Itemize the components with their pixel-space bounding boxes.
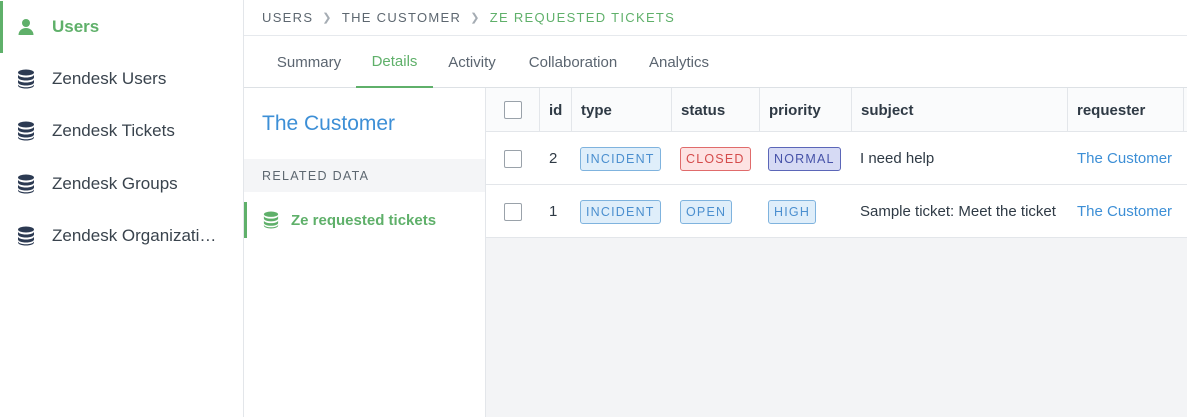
table-header: id type status priority subject requeste…: [486, 88, 1187, 132]
sidebar-item-label: Zendesk Users: [52, 69, 167, 88]
priority-badge: NORMAL: [768, 146, 841, 171]
tab-analytics[interactable]: Analytics: [635, 36, 723, 88]
database-icon: [16, 226, 36, 246]
sidebar-item-zendesk-groups[interactable]: Zendesk Groups: [0, 158, 243, 210]
status-badge: CLOSED: [680, 146, 751, 171]
record-panel: The Customer RELATED DATA Ze requested t…: [244, 88, 486, 417]
type-badge: INCIDENT: [580, 146, 661, 171]
breadcrumb-users[interactable]: USERS: [262, 10, 313, 25]
select-all-checkbox[interactable]: [503, 101, 522, 119]
record-title: The Customer: [262, 112, 396, 135]
row-checkbox[interactable]: [504, 202, 522, 221]
database-icon: [263, 211, 281, 229]
column-header-status[interactable]: status: [672, 88, 760, 132]
row-select-cell: [486, 132, 540, 185]
tab-collaboration[interactable]: Collaboration: [511, 36, 635, 88]
table-row[interactable]: 2 INCIDENT CLOSED NORMAL I need help The…: [486, 132, 1187, 185]
column-header-priority[interactable]: priority: [760, 88, 852, 132]
sidebar-item-label: Zendesk Organizati…: [52, 226, 217, 245]
cell-requester-link[interactable]: The Customer: [1068, 132, 1187, 185]
sidebar: Users Zendesk Users Zendesk Tickets Zend…: [0, 0, 244, 417]
sidebar-item-label: Users: [52, 17, 100, 36]
database-icon: [16, 69, 36, 89]
cell-subject: Sample ticket: Meet the ticket: [860, 203, 1056, 220]
tickets-table: id type status priority subject requeste…: [486, 88, 1187, 417]
database-icon: [16, 174, 36, 194]
sidebar-item-users[interactable]: Users: [0, 1, 243, 53]
related-item-label: Ze requested tickets: [291, 211, 437, 229]
breadcrumb-the-customer[interactable]: THE CUSTOMER: [342, 10, 461, 25]
column-header-type[interactable]: type: [572, 88, 672, 132]
column-header-id[interactable]: id: [540, 88, 572, 132]
column-header-requester[interactable]: requester: [1068, 88, 1184, 132]
cell-subject: I need help: [860, 150, 935, 167]
tab-activity[interactable]: Activity: [433, 36, 511, 88]
status-badge: OPEN: [680, 199, 733, 224]
cell-priority: HIGH: [760, 185, 852, 238]
sidebar-item-label: Zendesk Groups: [52, 174, 178, 193]
breadcrumb-current: ZE REQUESTED TICKETS: [489, 10, 676, 25]
tab-details[interactable]: Details: [356, 36, 433, 88]
sidebar-item-zendesk-tickets[interactable]: Zendesk Tickets: [0, 105, 243, 157]
sidebar-item-zendesk-organizations[interactable]: Zendesk Organizati…: [0, 210, 243, 262]
cell-type: INCIDENT: [572, 132, 672, 185]
priority-badge: HIGH: [768, 199, 817, 224]
select-all-cell: [486, 88, 540, 132]
sidebar-item-zendesk-users[interactable]: Zendesk Users: [0, 53, 243, 105]
cell-status: CLOSED: [672, 132, 760, 185]
breadcrumb: USERS ❯ THE CUSTOMER ❯ ZE REQUESTED TICK…: [244, 0, 1187, 36]
chevron-right-icon: ❯: [322, 12, 333, 24]
cell-id: 1: [549, 203, 558, 220]
cell-requester-link[interactable]: The Customer: [1068, 185, 1187, 238]
sidebar-item-label: Zendesk Tickets: [52, 121, 175, 140]
cell-status: OPEN: [672, 185, 760, 238]
related-item-ze-requested-tickets[interactable]: Ze requested tickets: [244, 202, 485, 238]
column-header-subject[interactable]: subject: [852, 88, 1068, 132]
row-select-cell: [486, 185, 540, 238]
type-badge: INCIDENT: [580, 199, 661, 224]
chevron-right-icon: ❯: [470, 12, 481, 24]
tab-summary[interactable]: Summary: [262, 36, 356, 88]
table-row[interactable]: 1 INCIDENT OPEN HIGH Sample ticket: Meet…: [486, 185, 1187, 238]
tab-bar: Summary Details Activity Collaboration A…: [244, 36, 1187, 88]
cell-type: INCIDENT: [572, 185, 672, 238]
cell-priority: NORMAL: [760, 132, 852, 185]
database-icon: [16, 121, 36, 141]
user-icon: [16, 17, 36, 37]
cell-id: 2: [549, 150, 558, 167]
related-data-heading: RELATED DATA: [244, 159, 485, 192]
row-checkbox[interactable]: [504, 149, 522, 168]
